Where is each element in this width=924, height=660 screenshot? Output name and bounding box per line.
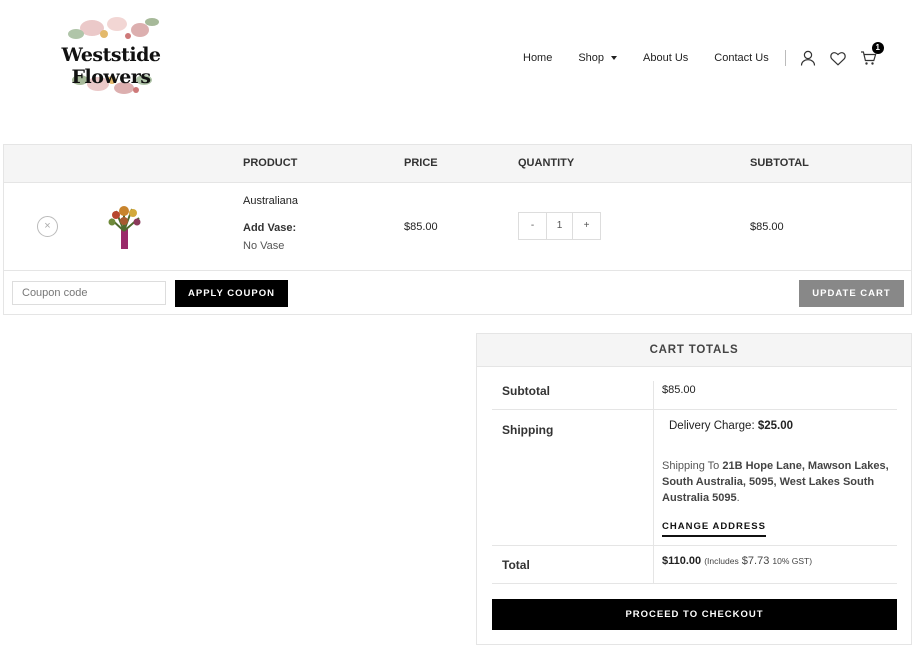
vase-option-label: Add Vase: xyxy=(243,222,297,234)
cart-actions: APPLY COUPON UPDATE CART xyxy=(4,271,911,315)
coupon-code-input[interactable] xyxy=(12,281,166,305)
wishlist-heart-icon[interactable] xyxy=(829,51,846,66)
shipping-destination: Shipping To 21B Hope Lane, Mawson Lakes,… xyxy=(662,458,890,506)
tax-value: $7.73 xyxy=(741,555,770,567)
apply-coupon-button[interactable]: APPLY COUPON xyxy=(175,280,288,307)
delivery-charge: Delivery Charge: $25.00 xyxy=(669,420,793,432)
product-name-link[interactable]: Australiana xyxy=(243,195,298,207)
remove-item-button[interactable]: × xyxy=(37,216,58,237)
total-value: $110.00 xyxy=(662,555,702,567)
nav-contact-label: Contact Us xyxy=(714,52,769,64)
proceed-to-checkout-button[interactable]: PROCEED TO CHECKOUT xyxy=(492,599,897,630)
cart-table-header: PRODUCT PRICE QUANTITY SUBTOTAL xyxy=(4,145,911,183)
column-divider xyxy=(653,381,654,409)
product-thumbnail[interactable] xyxy=(102,201,148,251)
cart-totals-title: CART TOTALS xyxy=(477,334,911,367)
update-cart-button[interactable]: UPDATE CART xyxy=(799,280,904,307)
total-label: Total xyxy=(502,558,530,572)
shipping-label: Shipping xyxy=(502,423,554,437)
ship-to-prefix: Shipping To xyxy=(662,460,720,472)
shopping-cart-icon[interactable]: 1 xyxy=(860,42,884,66)
qty-increase-button[interactable]: + xyxy=(573,213,600,239)
chevron-down-icon xyxy=(611,56,618,60)
nav-contact-us[interactable]: Contact Us xyxy=(714,52,768,64)
delivery-charge-label: Delivery Charge: xyxy=(669,420,755,432)
nav-shop[interactable]: Shop xyxy=(578,52,618,64)
header-price: PRICE xyxy=(404,157,438,169)
nav-about-label: About Us xyxy=(643,52,689,64)
nav-shop-label: Shop xyxy=(578,52,605,64)
nav-divider xyxy=(784,50,786,66)
qty-input[interactable]: 1 xyxy=(546,213,573,239)
quantity-stepper: - 1 + xyxy=(518,212,601,240)
subtotal-label: Subtotal xyxy=(502,384,550,398)
account-icon[interactable] xyxy=(800,50,816,66)
cart-totals-panel: CART TOTALS Subtotal $85.00 Shipping Del… xyxy=(476,333,912,645)
nav-home[interactable]: Home xyxy=(523,52,552,64)
item-subtotal: $85.00 xyxy=(750,221,784,233)
nav-home-label: Home xyxy=(523,52,553,64)
header-quantity: QUANTITY xyxy=(518,157,575,169)
change-address-link[interactable]: CHANGE ADDRESS xyxy=(662,521,766,537)
logo-wordmark: Weststide Flowers xyxy=(61,44,161,88)
subtotal-value: $85.00 xyxy=(662,384,696,396)
cart-count-badge: 1 xyxy=(871,42,884,54)
header-subtotal: SUBTOTAL xyxy=(750,157,809,169)
main-nav: Home Shop About Us Contact Us 1 xyxy=(523,42,891,66)
order-total: $110.00 (Includes $7.73 10% GST) xyxy=(662,555,812,567)
header-product: PRODUCT xyxy=(243,157,298,169)
site-logo[interactable]: Weststide Flowers xyxy=(32,14,190,100)
vase-option-value: No Vase xyxy=(243,240,285,252)
item-price: $85.00 xyxy=(404,221,438,233)
cart-item-row: × Australiana Add Vase: No Vase $85.00 -… xyxy=(4,183,911,271)
qty-decrease-button[interactable]: - xyxy=(519,213,546,239)
tax-includes-label: (Includes xyxy=(704,556,739,566)
tax-suffix: 10% GST) xyxy=(772,556,813,566)
column-divider xyxy=(653,410,654,545)
cart-table: PRODUCT PRICE QUANTITY SUBTOTAL × Austra… xyxy=(3,144,912,315)
ship-to-suffix: . xyxy=(736,492,740,504)
column-divider xyxy=(653,546,654,583)
delivery-charge-value: $25.00 xyxy=(757,420,794,432)
nav-about-us[interactable]: About Us xyxy=(643,52,688,64)
